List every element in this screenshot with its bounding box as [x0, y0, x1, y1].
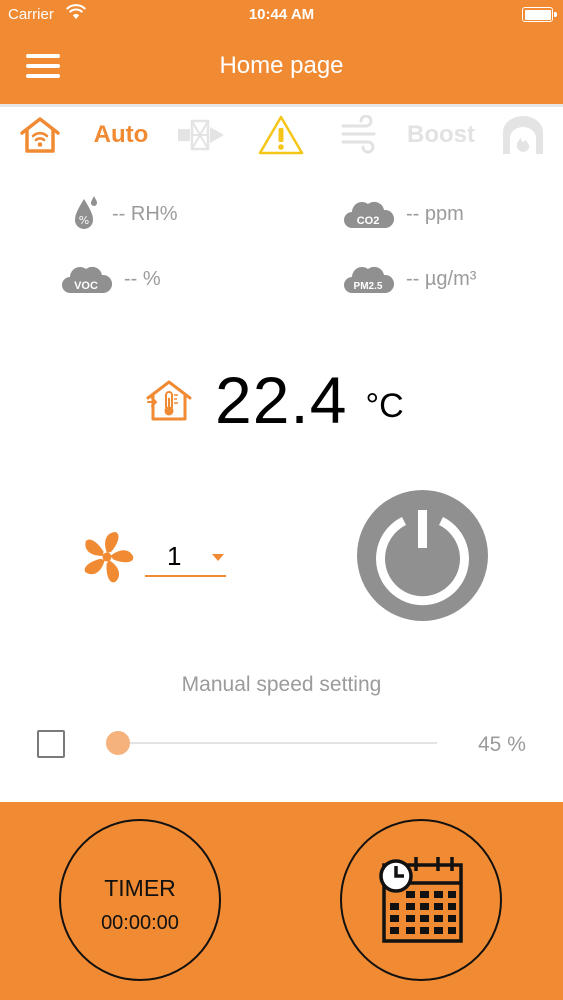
timer-label: TIMER — [104, 875, 176, 901]
warning-icon — [258, 115, 304, 155]
home-mode-button[interactable] — [16, 110, 64, 160]
page-title: Home page — [219, 52, 344, 79]
co2-icon-text: CO2 — [357, 215, 380, 227]
manual-speed-slider[interactable] — [118, 742, 437, 744]
voc-icon-text: VOC — [74, 280, 98, 292]
indoor-temperature: 22.4 °C — [145, 360, 404, 440]
airflow-mode-button[interactable] — [174, 110, 228, 160]
battery-icon — [522, 7, 557, 22]
temperature-value: 22.4 — [215, 363, 348, 437]
humidity-drop-icon: % — [75, 196, 97, 229]
status-bar: Carrier 10:44 AM — [0, 0, 563, 30]
temperature-unit: °C — [365, 386, 404, 425]
status-time: 10:44 AM — [248, 6, 315, 23]
humidity-reading: % -- RH% — [72, 194, 178, 234]
fan-icon — [84, 532, 134, 583]
timer-time: 00:00:00 — [101, 912, 179, 934]
voc-value: -- % — [124, 267, 161, 290]
boost-mode-label: Boost — [407, 121, 475, 148]
header-divider — [0, 104, 563, 107]
manual-speed-label: Manual speed setting — [181, 673, 382, 696]
mode-row: Auto Boost — [0, 110, 563, 160]
airflow-filter-icon — [178, 119, 224, 151]
auto-mode-button[interactable]: Auto — [88, 110, 154, 160]
fan-speed-dropdown[interactable]: 1 — [145, 535, 226, 577]
auto-mode-label: Auto — [93, 121, 149, 148]
fireplace-icon — [503, 116, 543, 154]
power-button[interactable] — [357, 490, 488, 621]
pm25-value: -- µg/m³ — [406, 267, 477, 290]
chevron-down-icon — [212, 554, 224, 561]
humidity-value: -- RH% — [112, 202, 178, 225]
co2-value: -- ppm — [406, 202, 464, 225]
pm25-reading: PM2.5 -- µg/m³ — [342, 259, 476, 299]
home-wifi-icon — [20, 117, 60, 153]
slider-thumb[interactable] — [106, 731, 130, 755]
calendar-clock-icon — [379, 857, 463, 943]
co2-reading: CO2 -- ppm — [342, 194, 464, 234]
pm25-cloud-icon: PM2.5 — [344, 266, 394, 293]
timer-button[interactable]: TIMER 00:00:00 — [59, 819, 221, 981]
house-thermometer-icon — [146, 380, 192, 421]
co2-cloud-icon: CO2 — [344, 201, 394, 228]
schedule-button[interactable] — [340, 819, 502, 981]
power-icon — [376, 510, 469, 606]
voc-reading: VOC -- % — [60, 259, 161, 299]
fan-speed-value: 1 — [167, 541, 182, 571]
ventilation-mode-button[interactable] — [338, 110, 384, 160]
manual-speed-percent: 45 % — [478, 733, 526, 756]
alarm-button[interactable] — [256, 110, 306, 160]
pm25-icon-text: PM2.5 — [354, 281, 383, 292]
app-header: Carrier 10:44 AM Home page — [0, 0, 563, 104]
boost-mode-button[interactable]: Boost — [402, 110, 480, 160]
fireplace-mode-button[interactable] — [498, 110, 548, 160]
wind-icon — [341, 115, 376, 154]
svg-text:%: % — [79, 214, 89, 227]
voc-cloud-icon: VOC — [62, 266, 112, 293]
manual-speed-checkbox[interactable] — [37, 730, 65, 758]
